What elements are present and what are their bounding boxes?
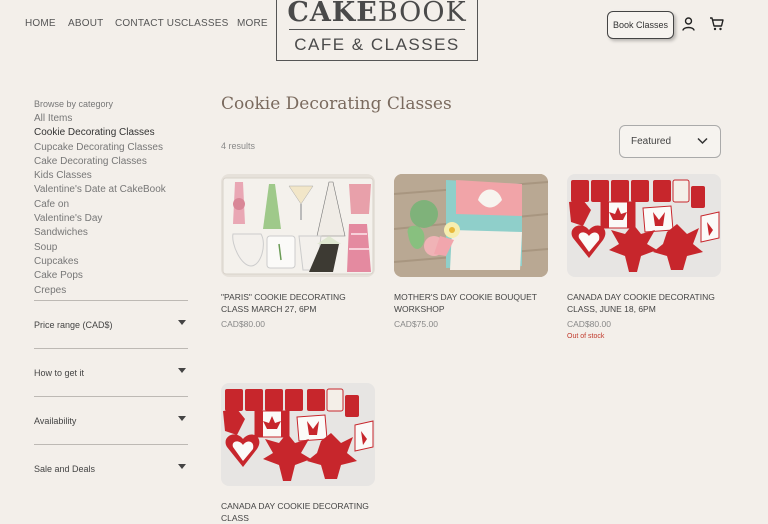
- category-all-items[interactable]: All Items: [34, 112, 188, 126]
- nav-contact[interactable]: CONTACT US: [115, 18, 181, 29]
- filter-label: Price range (CAD$): [34, 320, 113, 330]
- product-name[interactable]: CANADA DAY COOKIE DECORATING CLASS: [221, 500, 375, 524]
- filter-label: Sale and Deals: [34, 464, 96, 474]
- product-name[interactable]: MOTHER'S DAY COOKIE BOUQUET WORKSHOP: [394, 291, 548, 315]
- chevron-down-icon: [178, 464, 186, 469]
- chevron-down-icon: [178, 368, 186, 373]
- filter-sale-and-deals[interactable]: Sale and Deals: [34, 444, 188, 492]
- product-image-paris[interactable]: [221, 174, 375, 277]
- cart-icon[interactable]: [709, 16, 724, 31]
- book-classes-button[interactable]: Book Classes: [607, 11, 674, 39]
- product-image-mothers-day[interactable]: [394, 174, 548, 277]
- category-cupcake-decorating[interactable]: Cupcake Decorating Classes: [34, 141, 188, 155]
- category-sidebar: Browse by category All Items Cookie Deco…: [34, 99, 188, 298]
- product-card[interactable]: "PARIS" COOKIE DECORATING CLASS MARCH 27…: [221, 174, 375, 329]
- site-logo[interactable]: CAKEBOOK CAFE & CLASSES: [276, 0, 478, 61]
- user-icon[interactable]: [682, 17, 695, 31]
- sort-dropdown[interactable]: Featured: [619, 125, 721, 158]
- product-name[interactable]: CANADA DAY COOKIE DECORATING CLASS, JUNE…: [567, 291, 721, 315]
- nav-classes[interactable]: CLASSES: [181, 18, 229, 29]
- chevron-down-icon: [697, 137, 708, 145]
- category-crepes[interactable]: Crepes: [34, 284, 188, 298]
- category-soup[interactable]: Soup: [34, 241, 188, 255]
- product-card[interactable]: CANADA DAY COOKIE DECORATING CLASS: [221, 383, 375, 524]
- nav-home[interactable]: HOME: [25, 18, 56, 29]
- category-valentines-date[interactable]: Valentine's Date at CakeBook Cafe on: [34, 183, 188, 212]
- product-price: CAD$75.00: [394, 319, 438, 329]
- nav-more[interactable]: MORE: [237, 18, 268, 29]
- logo-cake: CAKE: [287, 0, 378, 28]
- filter-availability[interactable]: Availability: [34, 396, 188, 444]
- category-valentines-date-cont[interactable]: Valentine's Day: [34, 212, 188, 226]
- product-name[interactable]: "PARIS" COOKIE DECORATING CLASS MARCH 27…: [221, 291, 375, 315]
- browse-label: Browse by category: [34, 99, 114, 109]
- chevron-down-icon: [178, 416, 186, 421]
- product-price: CAD$80.00: [567, 319, 611, 329]
- filter-price-range[interactable]: Price range (CAD$): [34, 300, 188, 348]
- results-count: 4 results: [221, 141, 256, 151]
- logo-book: BOOK: [377, 0, 467, 28]
- nav-about[interactable]: ABOUT: [68, 18, 103, 29]
- product-price: CAD$80.00: [221, 319, 265, 329]
- filter-how-to-get-it[interactable]: How to get it: [34, 348, 188, 396]
- category-cookie-decorating[interactable]: Cookie Decorating Classes: [34, 126, 188, 140]
- filter-label: Availability: [34, 416, 77, 426]
- category-kids-classes[interactable]: Kids Classes: [34, 169, 188, 183]
- category-cake-decorating[interactable]: Cake Decorating Classes: [34, 155, 188, 169]
- chevron-down-icon: [178, 320, 186, 325]
- logo-wordmark: CAKEBOOK: [277, 0, 477, 28]
- logo-tagline: CAFE & CLASSES: [294, 35, 460, 54]
- sort-value: Featured: [631, 136, 672, 147]
- site-header: HOME ABOUT CONTACT US CLASSES MORE CAKEB…: [0, 0, 768, 70]
- category-cake-pops[interactable]: Cake Pops: [34, 269, 188, 283]
- logo-divider: [289, 29, 465, 30]
- page-title: Cookie Decorating Classes: [221, 94, 452, 114]
- out-of-stock-label: Out of stock: [567, 333, 605, 340]
- category-cupcakes[interactable]: Cupcakes: [34, 255, 188, 269]
- filter-label: How to get it: [34, 368, 85, 378]
- product-image-canada-day-2[interactable]: [221, 383, 375, 486]
- product-card[interactable]: CANADA DAY COOKIE DECORATING CLASS, JUNE…: [567, 174, 721, 340]
- product-image-canada-day[interactable]: [567, 174, 721, 277]
- category-sandwiches[interactable]: Sandwiches: [34, 226, 188, 240]
- product-card[interactable]: MOTHER'S DAY COOKIE BOUQUET WORKSHOP CAD…: [394, 174, 548, 329]
